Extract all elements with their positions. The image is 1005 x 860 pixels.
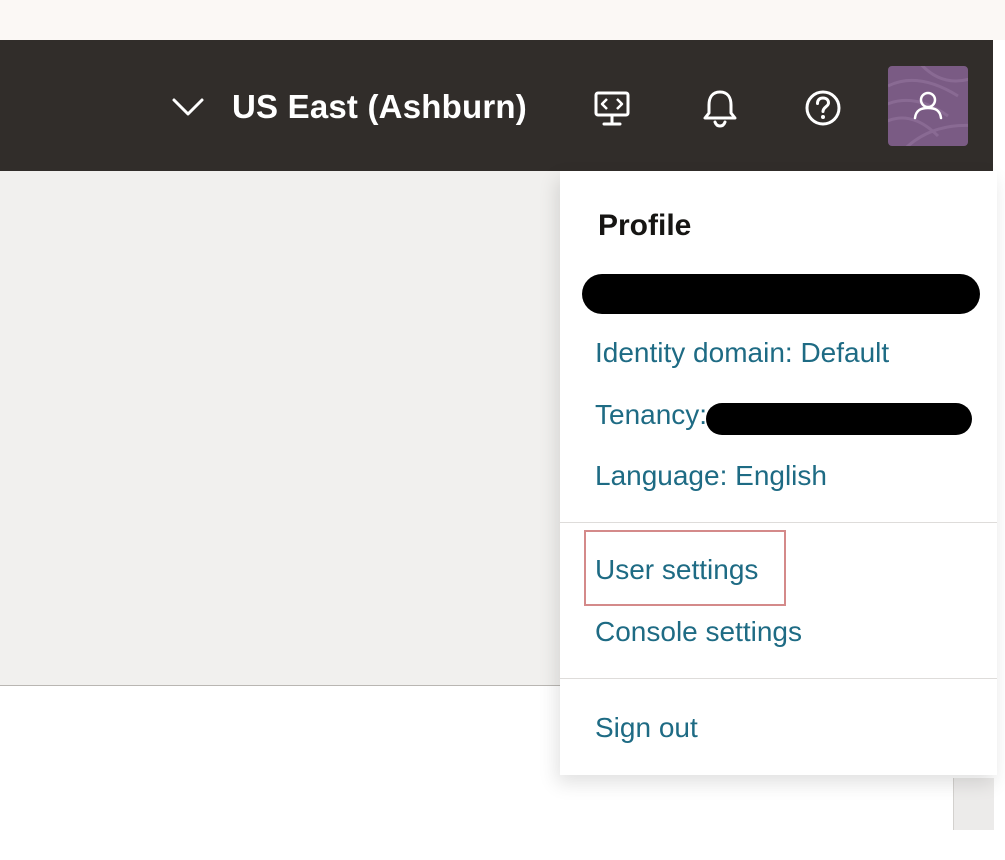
oci-console-page: US East (Ashburn) Profile Identity domai…	[0, 0, 1005, 860]
language-link[interactable]: Language: English	[595, 460, 827, 492]
help-icon[interactable]	[799, 84, 847, 132]
identity-domain-link[interactable]: Identity domain: Default	[595, 337, 889, 369]
top-strip	[0, 0, 1005, 40]
redacted-username	[582, 274, 980, 314]
code-editor-icon[interactable]	[588, 84, 636, 132]
avatar[interactable]	[888, 66, 968, 146]
bell-icon[interactable]	[696, 84, 744, 132]
redacted-tenancy	[706, 403, 972, 435]
scrollbar[interactable]	[953, 778, 994, 830]
menu-divider	[560, 522, 997, 523]
region-selector[interactable]: US East (Ashburn)	[170, 84, 527, 130]
content-pane	[0, 171, 560, 686]
sign-out-link[interactable]: Sign out	[595, 712, 698, 744]
menu-divider	[560, 678, 997, 679]
content-below	[0, 686, 560, 860]
user-icon	[913, 91, 943, 120]
user-settings-link[interactable]: User settings	[595, 554, 758, 586]
region-label: US East (Ashburn)	[232, 88, 527, 125]
profile-menu: Profile Identity domain: Default Tenancy…	[560, 171, 997, 775]
profile-title: Profile	[598, 209, 692, 242]
tenancy-label[interactable]: Tenancy:	[595, 399, 707, 431]
chevron-down-icon	[170, 95, 206, 119]
console-settings-link[interactable]: Console settings	[595, 616, 802, 648]
